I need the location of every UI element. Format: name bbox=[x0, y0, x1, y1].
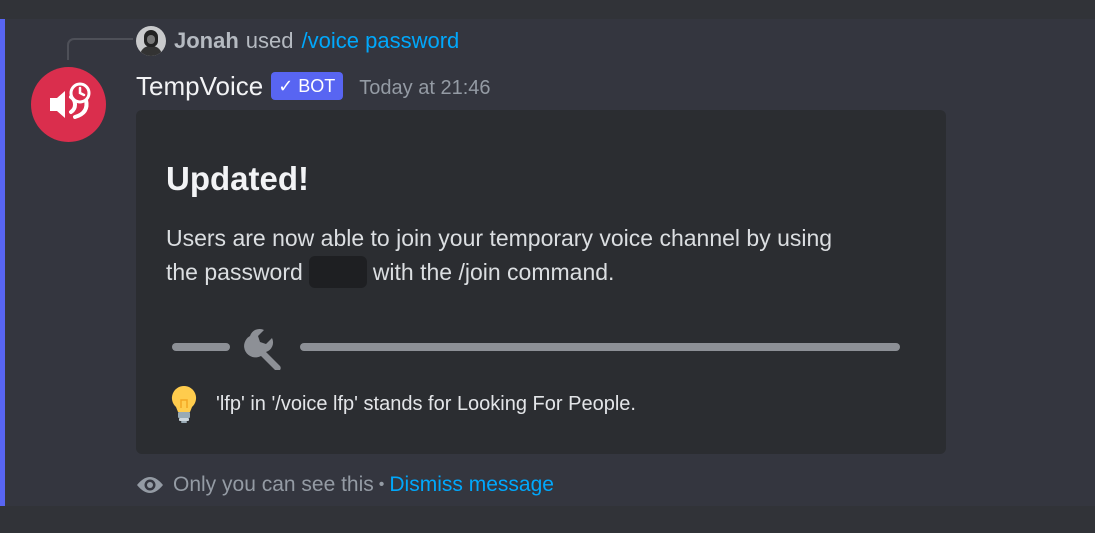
separator: • bbox=[378, 476, 385, 493]
previous-area bbox=[0, 0, 1095, 19]
message-header: TempVoice ✓ BOT Today at 21:46 bbox=[136, 68, 491, 104]
author-name[interactable]: TempVoice bbox=[136, 71, 263, 102]
eye-icon bbox=[137, 477, 163, 493]
chat-view: Jonah used /voice password TempVoice ✓ B… bbox=[0, 0, 1095, 533]
divider-left bbox=[172, 343, 230, 351]
check-icon: ✓ bbox=[278, 75, 294, 96]
reply-username[interactable]: Jonah bbox=[174, 28, 239, 54]
next-area bbox=[0, 506, 1095, 533]
embed-title: Updated! bbox=[166, 160, 309, 197]
bot-avatar[interactable] bbox=[31, 67, 106, 142]
user-avatar-icon[interactable] bbox=[136, 26, 166, 56]
description-text-1: Users are now able to join your temporar… bbox=[166, 225, 833, 251]
description-line: the password with the /join command. bbox=[166, 255, 926, 289]
tip-row: 'lfp' in '/voice lfp' stands for Looking… bbox=[168, 384, 636, 424]
embed-description: Users are now able to join your temporar… bbox=[166, 221, 926, 289]
reply-spine bbox=[67, 38, 133, 60]
tip-text: 'lfp' in '/voice lfp' stands for Looking… bbox=[216, 392, 636, 415]
highlight-bar bbox=[0, 19, 5, 506]
only-you-label: Only you can see this bbox=[173, 473, 374, 496]
wrench-icon bbox=[244, 328, 281, 370]
timestamp[interactable]: Today at 21:46 bbox=[359, 77, 490, 100]
description-text-2b: with the /join command. bbox=[372, 259, 615, 285]
reply-command[interactable]: /voice password bbox=[302, 28, 460, 54]
description-text-2a: the password bbox=[166, 259, 303, 285]
password-spoiler[interactable] bbox=[308, 256, 367, 288]
reply-action: used bbox=[245, 28, 294, 53]
embed: Updated! Users are now able to join your… bbox=[136, 110, 946, 454]
bot-badge: ✓ BOT bbox=[271, 72, 344, 100]
reply-context[interactable]: Jonah used /voice password bbox=[136, 26, 459, 56]
divider-right bbox=[300, 343, 900, 351]
description-line: Users are now able to join your temporar… bbox=[166, 221, 926, 255]
lightbulb-icon bbox=[171, 385, 197, 423]
ephemeral-footer: Only you can see this • Dismiss message bbox=[136, 470, 554, 500]
dismiss-message-link[interactable]: Dismiss message bbox=[389, 473, 554, 497]
speaker-clock-icon bbox=[50, 82, 91, 119]
bot-tag-label: BOT bbox=[298, 75, 336, 96]
